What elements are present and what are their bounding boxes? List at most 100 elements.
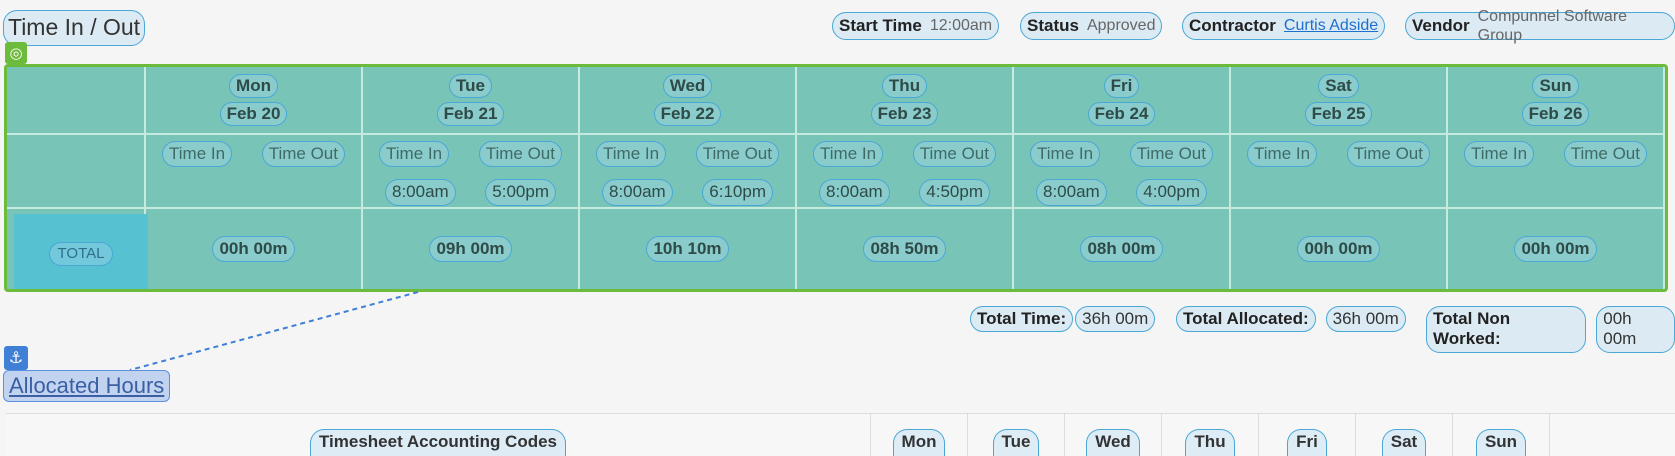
status-field: Status Approved — [1020, 12, 1163, 40]
corner-cell-times — [7, 135, 146, 207]
time-cell-fri: Time In Time Out 8:00am 4:00pm — [1014, 135, 1231, 207]
day-header-fri: Fri Feb 24 — [1014, 67, 1231, 133]
total-non-worked-value: 00h 00m — [1596, 306, 1675, 353]
header: Time In / Out Start Time 12:00am Status … — [0, 0, 1675, 52]
day-date: Feb 24 — [1087, 102, 1156, 127]
summary-total-allocated: Total Allocated: 36h 00m — [1176, 306, 1406, 333]
time-in-header: Time In — [813, 141, 884, 168]
day-total-sun: 00h 00m — [1448, 209, 1665, 289]
time-in-header: Time In — [379, 141, 450, 168]
day-date: Feb 26 — [1521, 102, 1590, 127]
day-total-value: 09h 00m — [429, 235, 512, 263]
vendor-label: Vendor — [1412, 15, 1470, 35]
time-out-value[interactable]: 6:10pm — [702, 179, 773, 206]
time-in-header: Time In — [1030, 141, 1101, 168]
status-value: Approved — [1086, 17, 1156, 35]
corner-cell — [7, 67, 146, 133]
total-time-label: Total Time: — [970, 306, 1074, 333]
alloc-day-label: Sun — [1475, 428, 1527, 456]
day-header-mon: Mon Feb 20 — [146, 67, 363, 133]
time-out-header: Time Out — [1129, 141, 1213, 168]
alloc-day-label: Sat — [1381, 428, 1427, 456]
time-cell-sat: Time In Time Out — [1231, 135, 1448, 207]
day-name: Fri — [1103, 73, 1140, 98]
alloc-day-label: Thu — [1185, 428, 1235, 456]
total-allocated-value: 36h 00m — [1325, 306, 1406, 333]
codes-header-cell: Timesheet Accounting Codes — [6, 414, 870, 456]
day-total-value: 00h 00m — [212, 235, 295, 263]
day-date: Feb 21 — [436, 102, 505, 127]
time-out-header: Time Out — [478, 141, 562, 168]
summary-total-time: Total Time: 36h 00m — [970, 306, 1156, 333]
day-name: Sat — [1318, 73, 1359, 98]
day-header-sat: Sat Feb 25 — [1231, 67, 1448, 133]
day-name: Tue — [449, 73, 492, 98]
contractor-label: Contractor — [1189, 15, 1276, 35]
time-in-header: Time In — [1464, 141, 1535, 168]
alloc-day-label: Fri — [1287, 428, 1327, 456]
status-label: Status — [1027, 15, 1079, 35]
grid-row-totals: TOTAL 00h 00m 09h 00m 10h 10m 08h 50m 08h 00… — [7, 209, 1665, 289]
alloc-day-header-thu: Thu — [1161, 414, 1258, 456]
target-icon[interactable]: ◎ — [5, 42, 27, 64]
day-header-sun: Sun Feb 26 — [1448, 67, 1665, 133]
day-total-sat: 00h 00m — [1231, 209, 1448, 289]
alloc-day-label: Wed — [1086, 428, 1140, 456]
total-label: TOTAL — [48, 242, 114, 266]
day-total-value: 10h 10m — [646, 235, 729, 263]
time-cell-sun: Time In Time Out — [1448, 135, 1665, 207]
page-title: Time In / Out — [3, 10, 146, 46]
total-cell: TOTAL — [14, 214, 148, 289]
day-name: Mon — [229, 73, 278, 98]
day-date: Feb 22 — [653, 102, 722, 127]
time-in-value[interactable]: 8:00am — [1036, 179, 1107, 206]
alloc-day-label: Mon — [892, 428, 946, 456]
day-total-wed: 10h 10m — [580, 209, 797, 289]
time-in-header: Time In — [596, 141, 667, 168]
total-time-value: 36h 00m — [1075, 306, 1156, 333]
time-out-value[interactable]: 5:00pm — [485, 179, 556, 206]
day-total-value: 08h 00m — [1080, 235, 1163, 263]
time-cell-tue: Time In Time Out 8:00am 5:00pm — [363, 135, 580, 207]
day-date: Feb 25 — [1304, 102, 1373, 127]
day-total-value: 00h 00m — [1514, 235, 1597, 263]
day-header-thu: Thu Feb 23 — [797, 67, 1014, 133]
day-total-thu: 08h 50m — [797, 209, 1014, 289]
alloc-day-header-fri: Fri — [1258, 414, 1355, 456]
day-date: Feb 20 — [219, 102, 288, 127]
summary-total-non-worked: Total Non Worked: 00h 00m — [1426, 306, 1675, 353]
time-in-out-grid: Mon Feb 20 Tue Feb 21 Wed Feb 22 Thu Feb 23 Fri F… — [4, 64, 1668, 292]
time-out-header: Time Out — [1563, 141, 1647, 168]
day-total-value: 00h 00m — [1297, 235, 1380, 263]
total-allocated-label: Total Allocated: — [1176, 306, 1316, 333]
alloc-day-header-sun: Sun — [1452, 414, 1549, 456]
time-out-value[interactable]: 4:00pm — [1136, 179, 1207, 206]
time-out-header: Time Out — [1346, 141, 1430, 168]
alloc-day-label: Tue — [992, 428, 1040, 456]
grid-row-times: Time In Time Out Time In Time Out 8:00am 5:00… — [7, 135, 1665, 209]
day-header-wed: Wed Feb 22 — [580, 67, 797, 133]
contractor-field: Contractor Curtis Adside — [1182, 12, 1386, 40]
time-in-value[interactable]: 8:00am — [602, 179, 673, 206]
contractor-link[interactable]: Curtis Adside — [1284, 16, 1378, 35]
time-in-header: Time In — [1247, 141, 1318, 168]
day-name: Thu — [881, 73, 928, 98]
allocated-hours-title[interactable]: Allocated Hours — [3, 370, 171, 402]
time-out-value[interactable]: 4:50pm — [919, 179, 990, 206]
day-total-value: 08h 50m — [863, 235, 946, 263]
start-time-label: Start Time — [839, 15, 922, 35]
day-total-tue: 09h 00m — [363, 209, 580, 289]
total-non-worked-label: Total Non Worked: — [1426, 306, 1587, 353]
alloc-day-header-tue: Tue — [967, 414, 1064, 456]
time-cell-wed: Time In Time Out 8:00am 6:10pm — [580, 135, 797, 207]
alloc-day-header-wed: Wed — [1064, 414, 1161, 456]
time-in-value[interactable]: 8:00am — [385, 179, 456, 206]
anchor-icon[interactable]: ⚓ — [4, 346, 28, 370]
alloc-day-header-mon: Mon — [870, 414, 967, 456]
time-in-header: Time In — [162, 141, 233, 168]
time-in-value[interactable]: 8:00am — [819, 179, 890, 206]
time-out-header: Time Out — [912, 141, 996, 168]
vendor-value: Compunnel Software Group — [1477, 7, 1628, 44]
alloc-day-header-sat: Sat — [1355, 414, 1452, 456]
alloc-trailing-cell — [1549, 414, 1675, 456]
